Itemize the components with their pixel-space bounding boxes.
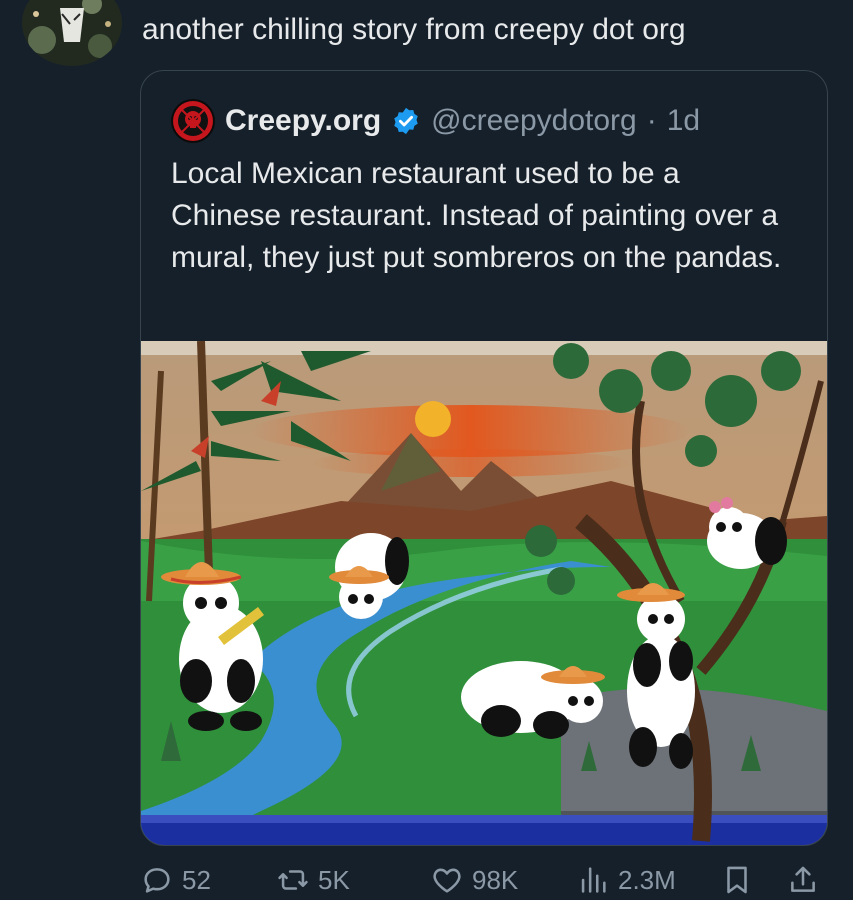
reply-icon — [144, 868, 170, 893]
like-button[interactable]: 98K — [430, 863, 518, 897]
post-text: another chilling story from creepy dot o… — [142, 13, 686, 46]
share-icon — [791, 866, 815, 892]
quoted-post-image[interactable] — [141, 341, 827, 845]
bookmark-button[interactable] — [720, 863, 754, 897]
verified-badge-icon — [394, 107, 418, 135]
reply-button[interactable]: 52 — [140, 863, 211, 897]
header-separator: · — [646, 104, 657, 137]
quoted-author-avatar[interactable] — [171, 99, 215, 143]
repost-button[interactable]: 5K — [276, 863, 350, 897]
post-page: another chilling story from creepy dot o… — [0, 0, 853, 900]
views-icon — [581, 867, 606, 893]
user-avatar[interactable] — [22, 0, 122, 66]
quoted-post-header: Creepy.org @creepydotorg · 1d — [171, 99, 700, 143]
share-button[interactable] — [786, 863, 820, 897]
repost-count: 5K — [318, 864, 350, 895]
like-icon — [433, 868, 461, 893]
like-count: 98K — [472, 864, 519, 895]
bookmark-icon — [727, 866, 747, 894]
quoted-author-handle[interactable]: @creepydotorg — [431, 104, 637, 138]
post-actions-bar: 52 5K 98K 2.3M — [140, 860, 830, 900]
quoted-post-time[interactable]: 1d — [667, 104, 700, 138]
quoted-author-name[interactable]: Creepy.org — [225, 104, 381, 138]
view-count: 2.3M — [618, 864, 676, 895]
views-button[interactable]: 2.3M — [576, 863, 676, 897]
panda-mural-image — [141, 341, 827, 845]
reply-count: 52 — [182, 864, 211, 895]
quoted-post-text: Local Mexican restaurant used to be a Ch… — [171, 157, 782, 274]
avatar-image — [22, 0, 122, 66]
quoted-post-card[interactable]: Creepy.org @creepydotorg · 1d Local Mexi… — [140, 70, 828, 846]
skull-logo-icon — [173, 101, 213, 141]
repost-icon — [278, 870, 308, 890]
